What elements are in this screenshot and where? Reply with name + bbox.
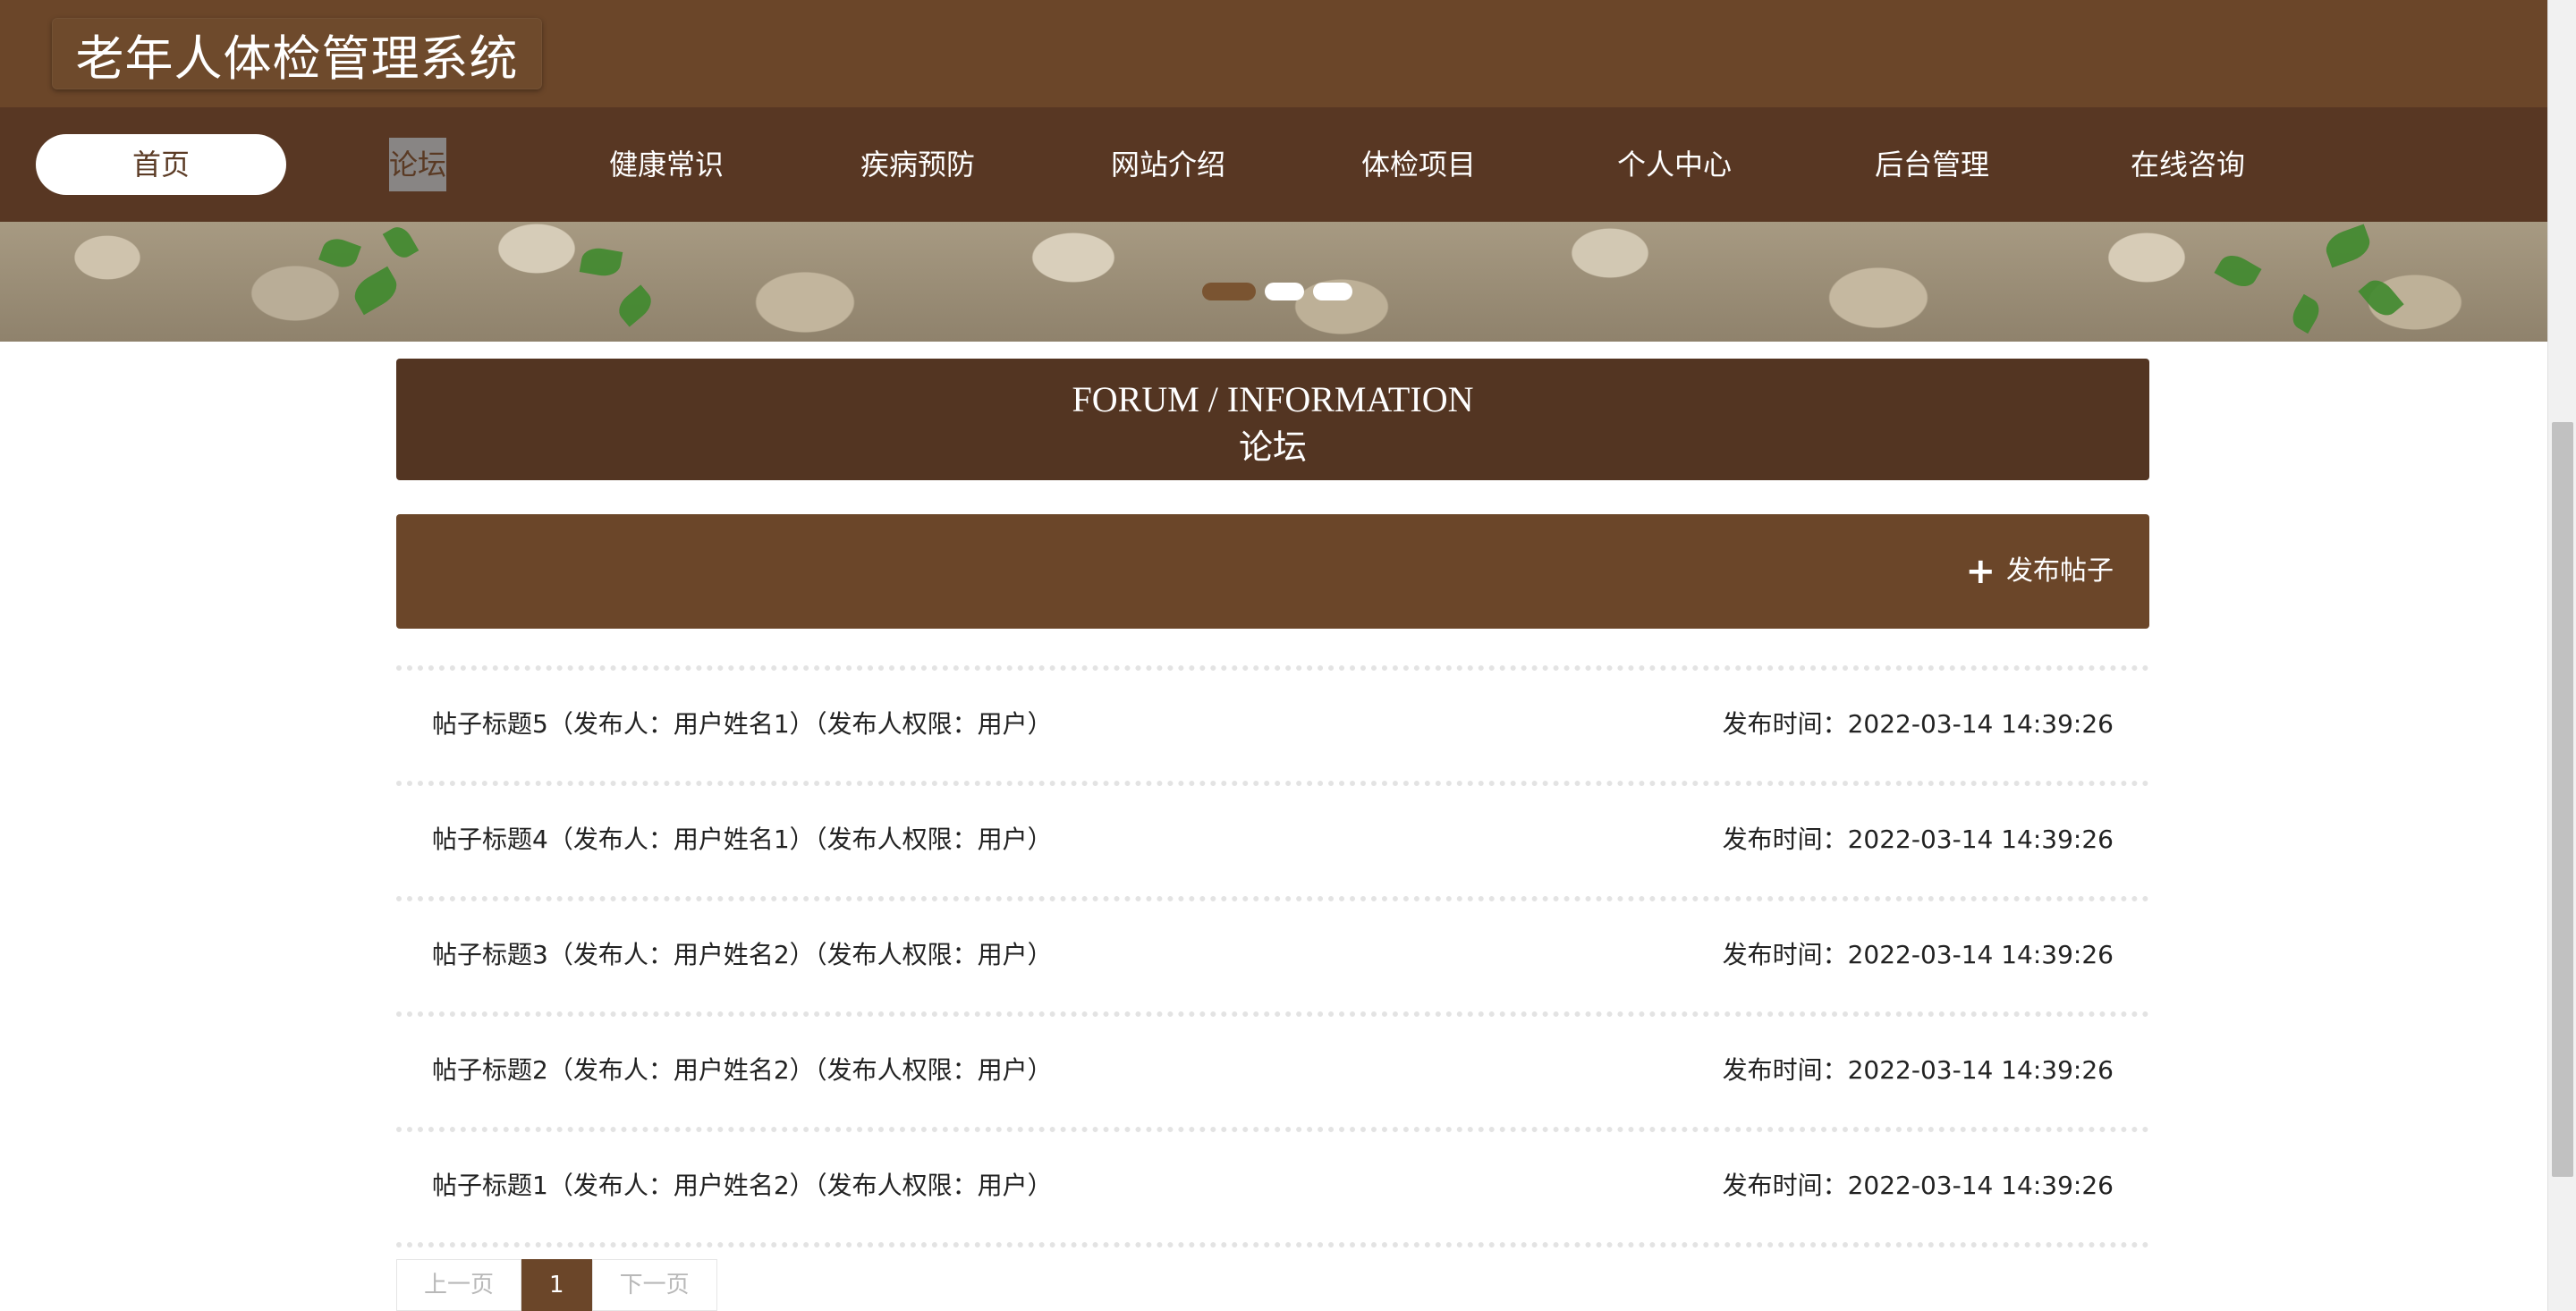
site-title: 老年人体检管理系统	[75, 30, 519, 87]
post-title[interactable]: 帖子标题4（发布人：用户姓名1）（发布人权限：用户）	[432, 820, 1053, 856]
post-row[interactable]: 帖子标题5（发布人：用户姓名1）（发布人权限：用户） 发布时间：2022-03-…	[396, 671, 2149, 781]
post-title[interactable]: 帖子标题1（发布人：用户姓名2）（发布人权限：用户）	[432, 1166, 1053, 1202]
scrollbar-thumb[interactable]	[2552, 422, 2573, 1177]
page: 老年人体检管理系统 首页 论坛 健康常识 疾病预防 网站介绍 体检项目 个人中心…	[0, 0, 2547, 1311]
vertical-scrollbar[interactable]	[2547, 0, 2576, 1311]
post-time: 发布时间：2022-03-14 14:39:26	[1722, 709, 2114, 739]
prev-page-button[interactable]: 上一页	[396, 1259, 522, 1311]
leaf-decoration	[318, 234, 361, 272]
post-title[interactable]: 帖子标题3（发布人：用户姓名2）（发布人权限：用户）	[432, 935, 1053, 971]
nav-item-site-intro[interactable]: 网站介绍	[1097, 134, 1240, 195]
leaf-decoration	[2287, 293, 2325, 334]
leaf-decoration	[382, 222, 419, 263]
nav-item-personal-center[interactable]: 个人中心	[1603, 134, 1746, 195]
carousel-dot[interactable]	[1313, 283, 1352, 300]
leaf-decoration	[579, 245, 623, 279]
section-title-en: FORUM / INFORMATION	[1072, 379, 1474, 419]
page-number-button[interactable]: 1	[521, 1259, 592, 1311]
post-row[interactable]: 帖子标题4（发布人：用户姓名1）（发布人权限：用户） 发布时间：2022-03-…	[396, 786, 2149, 896]
carousel-indicators	[1202, 283, 1352, 300]
section-title-zh: 论坛	[1238, 427, 1307, 467]
leaf-decoration	[348, 266, 403, 316]
nav-item-admin[interactable]: 后台管理	[1860, 134, 2004, 195]
nav-item-online-consult[interactable]: 在线咨询	[2116, 134, 2259, 195]
action-bar: + 发布帖子	[396, 514, 2149, 629]
publish-post-label: 发布帖子	[2006, 555, 2114, 587]
nav-item-health-knowledge[interactable]: 健康常识	[595, 134, 738, 195]
header-bar: 老年人体检管理系统	[0, 0, 2547, 107]
nav-item-checkup-items[interactable]: 体检项目	[1347, 134, 1490, 195]
leaf-decoration	[2214, 250, 2262, 292]
post-time: 发布时间：2022-03-14 14:39:26	[1722, 1055, 2114, 1085]
section-title-box: FORUM / INFORMATION 论坛	[396, 359, 2149, 480]
post-list: 帖子标题5（发布人：用户姓名1）（发布人权限：用户） 发布时间：2022-03-…	[396, 665, 2149, 1248]
next-page-button[interactable]: 下一页	[591, 1259, 717, 1311]
nav-item-disease-prevention[interactable]: 疾病预防	[846, 134, 989, 195]
publish-post-button[interactable]: + 发布帖子	[1965, 552, 2114, 591]
leaf-decoration	[2321, 224, 2375, 268]
carousel-dot[interactable]	[1265, 283, 1304, 300]
divider	[396, 1242, 2149, 1248]
carousel-dot[interactable]	[1202, 283, 1256, 300]
post-time: 发布时间：2022-03-14 14:39:26	[1722, 1171, 2114, 1200]
post-title[interactable]: 帖子标题2（发布人：用户姓名2）（发布人权限：用户）	[432, 1051, 1053, 1087]
banner-carousel	[0, 222, 2547, 342]
post-time: 发布时间：2022-03-14 14:39:26	[1722, 940, 2114, 969]
leaf-decoration	[613, 284, 657, 327]
leaf-decoration	[2358, 274, 2404, 322]
nav-item-forum[interactable]: 论坛	[389, 138, 446, 191]
nav-item-home[interactable]: 首页	[36, 134, 286, 195]
post-time: 发布时间：2022-03-14 14:39:26	[1722, 825, 2114, 854]
post-row[interactable]: 帖子标题1（发布人：用户姓名2）（发布人权限：用户） 发布时间：2022-03-…	[396, 1132, 2149, 1242]
site-logo[interactable]: 老年人体检管理系统	[52, 18, 542, 89]
post-title[interactable]: 帖子标题5（发布人：用户姓名1）（发布人权限：用户）	[432, 705, 1053, 740]
post-row[interactable]: 帖子标题3（发布人：用户姓名2）（发布人权限：用户） 发布时间：2022-03-…	[396, 901, 2149, 1011]
plus-icon: +	[1965, 551, 1996, 592]
pagination: 上一页 1 下一页	[396, 1259, 717, 1311]
post-row[interactable]: 帖子标题2（发布人：用户姓名2）（发布人权限：用户） 发布时间：2022-03-…	[396, 1017, 2149, 1127]
main-nav: 首页 论坛 健康常识 疾病预防 网站介绍 体检项目 个人中心 后台管理 在线咨询	[0, 107, 2547, 222]
